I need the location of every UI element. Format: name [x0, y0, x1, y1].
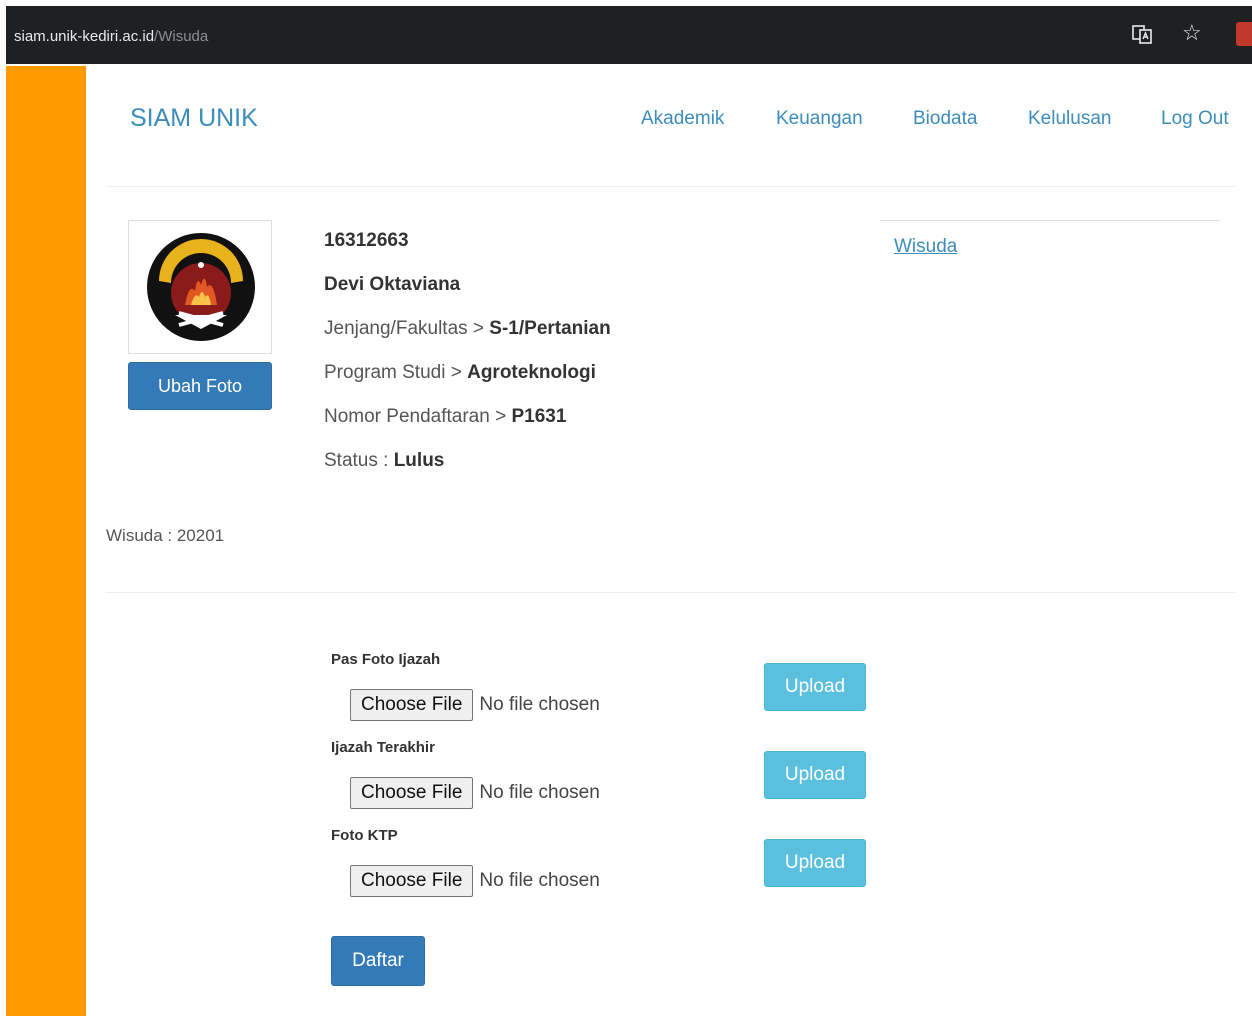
status-value: Lulus	[393, 450, 445, 471]
section-divider	[106, 592, 1236, 593]
nav-item-kelulusan[interactable]: Kelulusan	[1028, 108, 1111, 130]
label-ijazah: Ijazah Terakhir	[331, 739, 435, 756]
student-name: Devi Oktaviana	[324, 274, 461, 295]
url-domain: siam.unik-kediri.ac.id	[14, 28, 155, 45]
prodi-label: Program Studi >	[324, 362, 468, 383]
choose-file-button[interactable]: Choose File	[350, 689, 474, 721]
brand-logo-text[interactable]: SIAM UNIK	[130, 104, 258, 133]
navbar-divider	[106, 186, 1236, 187]
nomor-label: Nomor Pendaftaran >	[324, 406, 512, 427]
url-path: /Wisuda	[154, 28, 209, 45]
nav-item-keuangan[interactable]: Keuangan	[776, 108, 863, 130]
wisuda-period: Wisuda : 20201	[106, 526, 225, 545]
choose-file-button[interactable]: Choose File	[350, 777, 474, 809]
file-input-ijazah[interactable]: Choose File No file chosen	[350, 776, 600, 810]
nav-item-biodata[interactable]: Biodata	[913, 108, 977, 130]
choose-file-button[interactable]: Choose File	[350, 865, 474, 897]
side-link-wisuda[interactable]: Wisuda	[894, 236, 957, 258]
bookmark-star-icon[interactable]: ☆	[1182, 20, 1202, 46]
nomor-value: P1631	[511, 406, 567, 427]
university-logo-icon	[147, 233, 255, 341]
info-jenjang: Jenjang/Fakultas > S-1/Pertanian	[324, 318, 611, 340]
upload-foto-ktp-button[interactable]: Upload	[764, 839, 866, 887]
daftar-submit-button[interactable]: Daftar	[331, 936, 425, 986]
label-foto-ktp: Foto KTP	[331, 827, 398, 844]
file-status: No file chosen	[479, 782, 600, 803]
upload-pas-foto-button[interactable]: Upload	[764, 663, 866, 711]
info-status: Status : Lulus	[324, 450, 444, 472]
extension-icon[interactable]	[1236, 22, 1252, 46]
address-bar[interactable]: siam.unik-kediri.ac.id/Wisuda	[14, 28, 208, 45]
prodi-value: Agroteknologi	[467, 362, 596, 383]
file-status: No file chosen	[479, 870, 600, 891]
browser-toolbar: siam.unik-kediri.ac.id/Wisuda ☆	[0, 0, 1252, 66]
profile-photo	[128, 220, 272, 354]
upload-ijazah-button[interactable]: Upload	[764, 751, 866, 799]
sidebar-strip	[6, 66, 86, 1016]
info-nomor: Nomor Pendaftaran > P1631	[324, 406, 566, 428]
file-input-foto-ktp[interactable]: Choose File No file chosen	[350, 864, 600, 898]
student-id: 16312663	[324, 230, 409, 251]
status-label: Status :	[324, 450, 394, 471]
nav-item-akademik[interactable]: Akademik	[641, 108, 724, 130]
nav-item-logout[interactable]: Log Out	[1161, 108, 1229, 130]
change-photo-button[interactable]: Ubah Foto	[128, 362, 272, 410]
side-panel-divider	[880, 220, 1220, 221]
address-bar-area: siam.unik-kediri.ac.id/Wisuda ☆	[6, 6, 1252, 64]
file-input-pas-foto[interactable]: Choose File No file chosen	[350, 688, 600, 722]
jenjang-label: Jenjang/Fakultas >	[324, 318, 490, 339]
info-prodi: Program Studi > Agroteknologi	[324, 362, 596, 384]
jenjang-value: S-1/Pertanian	[489, 318, 611, 339]
label-pas-foto: Pas Foto Ijazah	[331, 651, 441, 668]
file-status: No file chosen	[479, 694, 600, 715]
translate-icon[interactable]	[1132, 24, 1152, 44]
